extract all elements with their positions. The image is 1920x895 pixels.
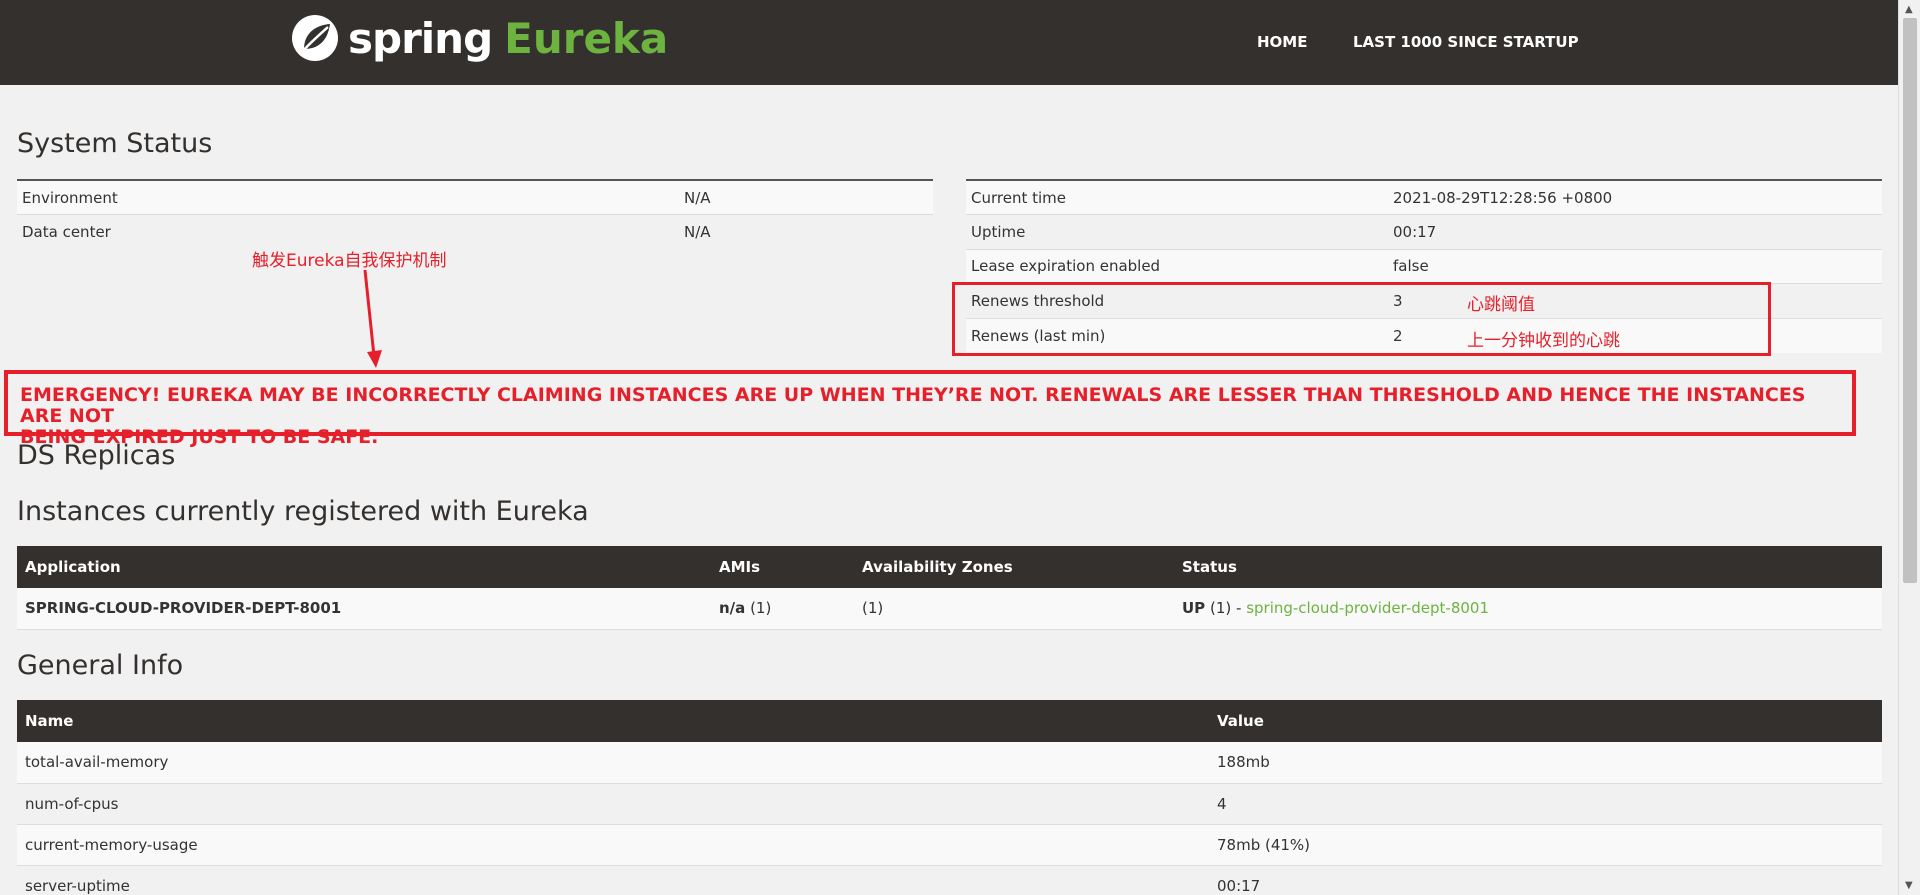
emergency-warning-banner: EMERGENCY! EUREKA MAY BE INCORRECTLY CLA…	[4, 370, 1856, 448]
uptime-label: Uptime	[966, 214, 1388, 249]
col-amis: AMIs	[711, 546, 854, 588]
system-status-heading: System Status	[17, 128, 213, 159]
datacenter-label: Data center	[17, 214, 679, 249]
col-availability-zones: Availability Zones	[854, 546, 1174, 588]
col-application: Application	[17, 546, 711, 588]
datacenter-value: N/A	[679, 214, 933, 249]
info-name: num-of-cpus	[17, 783, 1209, 825]
instance-status-count: (1) -	[1209, 599, 1242, 618]
table-row: total-avail-memory 188mb	[17, 742, 1882, 784]
table-row: Lease expiration enabled false	[966, 248, 1882, 284]
env-label: Environment	[17, 179, 679, 215]
table-header-row: Name Value	[17, 700, 1882, 742]
info-name: total-avail-memory	[17, 742, 1209, 784]
scroll-up-arrow-icon[interactable]: ▲	[1905, 4, 1913, 15]
instance-status-bold: UP	[1182, 599, 1206, 618]
instances-table: Application AMIs Availability Zones Stat…	[17, 546, 1882, 630]
col-value: Value	[1209, 700, 1882, 742]
spring-eureka-logo[interactable]: spring Eureka	[290, 12, 668, 64]
table-row: current-memory-usage 78mb (41%)	[17, 824, 1882, 866]
current-time-value: 2021-08-29T12:28:56 +0800	[1388, 179, 1882, 215]
emergency-line-2: BEING EXPIRED JUST TO BE SAFE.	[20, 426, 379, 448]
info-name: server-uptime	[17, 865, 1209, 895]
table-row: num-of-cpus 4	[17, 783, 1882, 825]
current-time-label: Current time	[966, 179, 1388, 215]
instance-ami-bold: n/a	[719, 599, 746, 618]
info-value: 188mb	[1209, 742, 1882, 784]
nav-home-link[interactable]: HOME	[1257, 33, 1307, 51]
page-scrollbar[interactable]: ▲ ▼	[1898, 0, 1920, 895]
col-name: Name	[17, 700, 1209, 742]
annotation-heartbeat-threshold: 心跳阈值	[1467, 295, 1535, 315]
top-navbar: spring Eureka HOME LAST 1000 SINCE START…	[0, 0, 1898, 85]
system-status-left-table: Environment N/A Data center N/A	[17, 179, 933, 249]
uptime-value: 00:17	[1388, 214, 1882, 249]
table-header-row: Application AMIs Availability Zones Stat…	[17, 546, 1882, 588]
instance-amis: n/a (1)	[711, 588, 854, 630]
table-row: Data center N/A	[17, 214, 933, 249]
logo-eureka-text: Eureka	[504, 13, 669, 63]
annotation-arrow-icon	[363, 269, 382, 368]
info-value: 4	[1209, 783, 1882, 825]
spring-leaf-icon	[292, 15, 338, 61]
info-name: current-memory-usage	[17, 824, 1209, 866]
info-value: 00:17	[1209, 865, 1882, 895]
lease-expiration-value: false	[1388, 248, 1882, 284]
annotation-self-preservation: 触发Eureka自我保护机制	[252, 251, 447, 271]
env-value: N/A	[679, 179, 933, 215]
general-info-heading: General Info	[17, 650, 184, 681]
lease-expiration-label: Lease expiration enabled	[966, 248, 1388, 284]
instance-status: UP (1) - spring-cloud-provider-dept-8001	[1174, 588, 1882, 630]
info-value: 78mb (41%)	[1209, 824, 1882, 866]
scroll-down-arrow-icon[interactable]: ▼	[1905, 880, 1913, 891]
table-row: SPRING-CLOUD-PROVIDER-DEPT-8001 n/a (1) …	[17, 588, 1882, 630]
logo-spring-text: spring	[348, 13, 493, 63]
emergency-line-1: EMERGENCY! EUREKA MAY BE INCORRECTLY CLA…	[20, 384, 1806, 427]
table-row: Uptime 00:17	[966, 214, 1882, 249]
annotation-last-min-heartbeat: 上一分钟收到的心跳	[1467, 331, 1620, 351]
table-row: server-uptime 00:17	[17, 865, 1882, 895]
instance-application: SPRING-CLOUD-PROVIDER-DEPT-8001	[17, 588, 711, 630]
instances-heading: Instances currently registered with Eure…	[17, 496, 589, 527]
table-row: Environment N/A	[17, 179, 933, 215]
col-status: Status	[1174, 546, 1882, 588]
instance-ami-count: (1)	[750, 599, 772, 618]
instance-status-link[interactable]: spring-cloud-provider-dept-8001	[1246, 599, 1489, 617]
annotation-renews-box	[952, 282, 1771, 356]
general-info-table: Name Value total-avail-memory 188mb num-…	[17, 700, 1882, 895]
scrollbar-thumb[interactable]	[1903, 18, 1917, 583]
nav-last1000-link[interactable]: LAST 1000 SINCE STARTUP	[1353, 33, 1579, 51]
instance-zones: (1)	[854, 588, 1174, 630]
ds-replicas-heading: DS Replicas	[17, 440, 176, 471]
table-row: Current time 2021-08-29T12:28:56 +0800	[966, 179, 1882, 215]
